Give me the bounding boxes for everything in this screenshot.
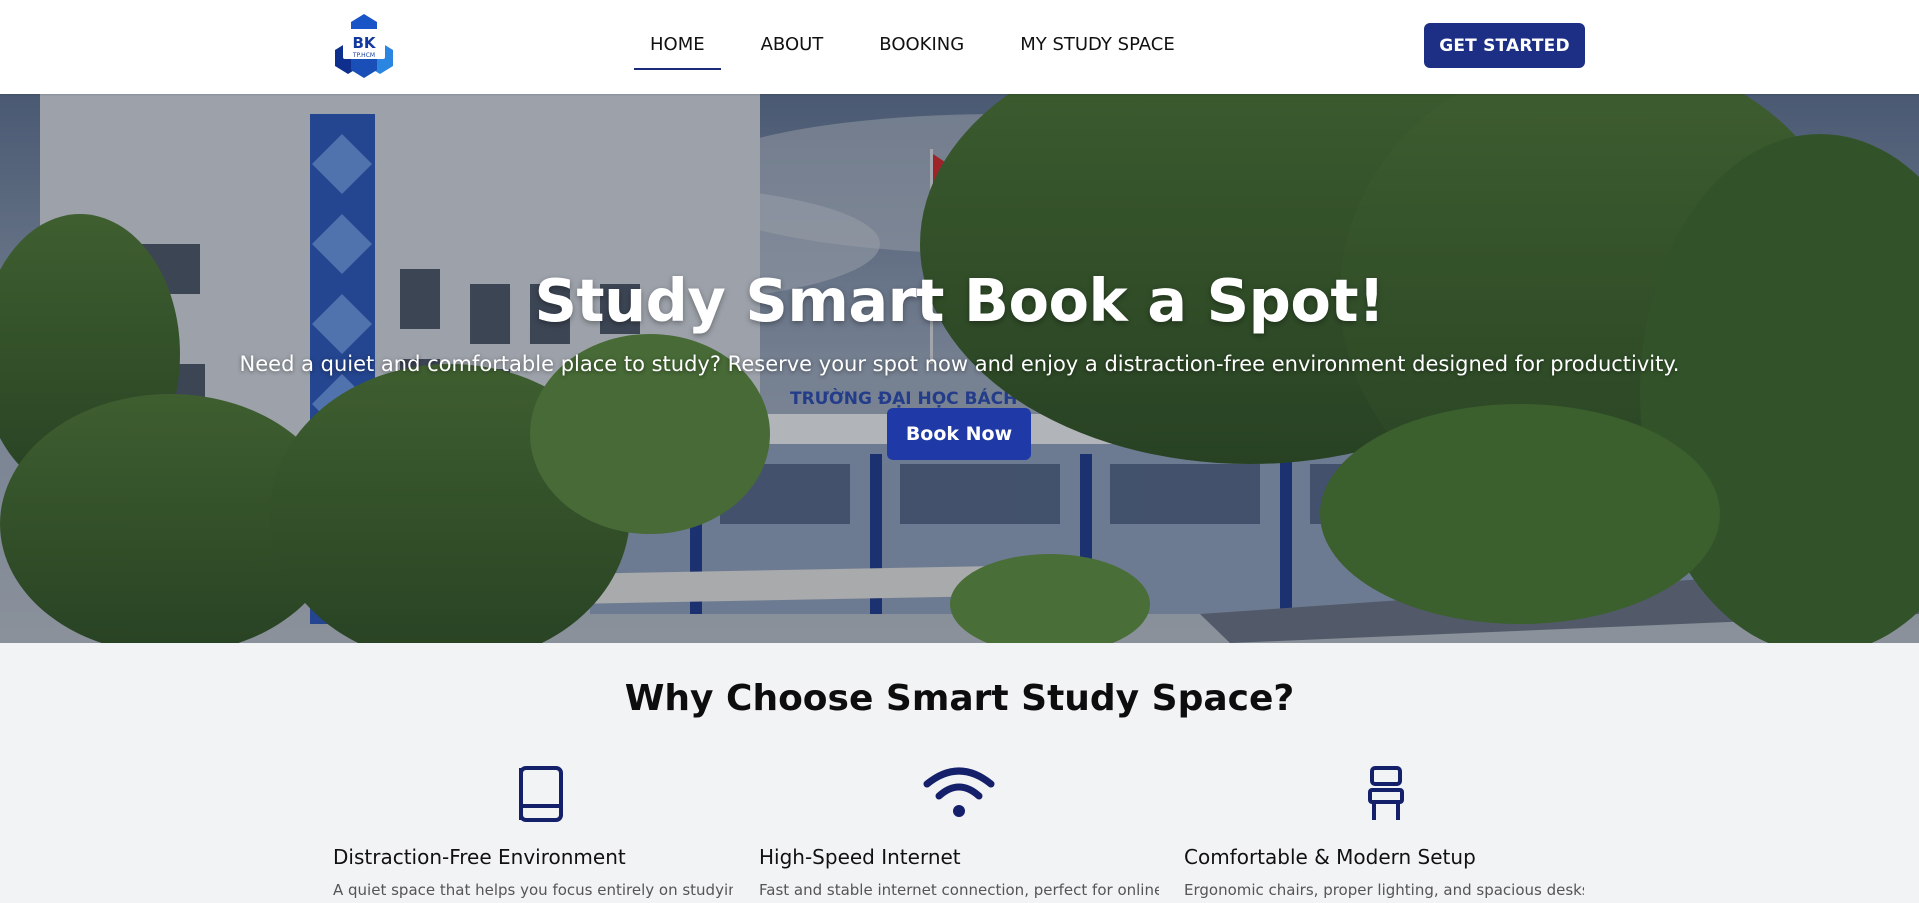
- main-nav: HOME ABOUT BOOKING MY STUDY SPACE: [634, 28, 1215, 70]
- logo-subtext: TP.HCM: [352, 52, 375, 59]
- chair-icon: [1368, 766, 1404, 820]
- feature-title: High-Speed Internet: [759, 845, 961, 869]
- features-heading: Why Choose Smart Study Space?: [624, 678, 1295, 719]
- feature-description: A quiet space that helps you focus entir…: [333, 881, 733, 899]
- hero-subtitle: Need a quiet and comfortable place to st…: [239, 352, 1680, 376]
- hero-title: Study Smart Book a Spot!: [534, 266, 1385, 335]
- nav-about[interactable]: ABOUT: [745, 28, 840, 70]
- book-now-button[interactable]: Book Now: [887, 408, 1031, 460]
- bk-logo-icon[interactable]: BK TP.HCM: [330, 12, 398, 80]
- feature-description: Ergonomic chairs, proper lighting, and s…: [1184, 881, 1584, 899]
- nav-booking[interactable]: BOOKING: [863, 28, 980, 70]
- nav-my-study-space[interactable]: MY STUDY SPACE: [1004, 28, 1191, 70]
- get-started-button[interactable]: GET STARTED: [1424, 23, 1585, 68]
- feature-title: Distraction-Free Environment: [333, 845, 626, 869]
- feature-description: Fast and stable internet connection, per…: [759, 881, 1159, 899]
- feature-title: Comfortable & Modern Setup: [1184, 845, 1476, 869]
- hero-section: TRƯỜNG ĐẠI HỌC BÁCH KHOA Study Smart Boo…: [0, 94, 1919, 643]
- nav-home[interactable]: HOME: [634, 28, 721, 70]
- book-icon: [519, 766, 563, 822]
- wifi-icon: [923, 767, 995, 817]
- logo-text: BK: [352, 34, 376, 52]
- site-header: BK TP.HCM HOME ABOUT BOOKING MY STUDY SP…: [0, 0, 1919, 94]
